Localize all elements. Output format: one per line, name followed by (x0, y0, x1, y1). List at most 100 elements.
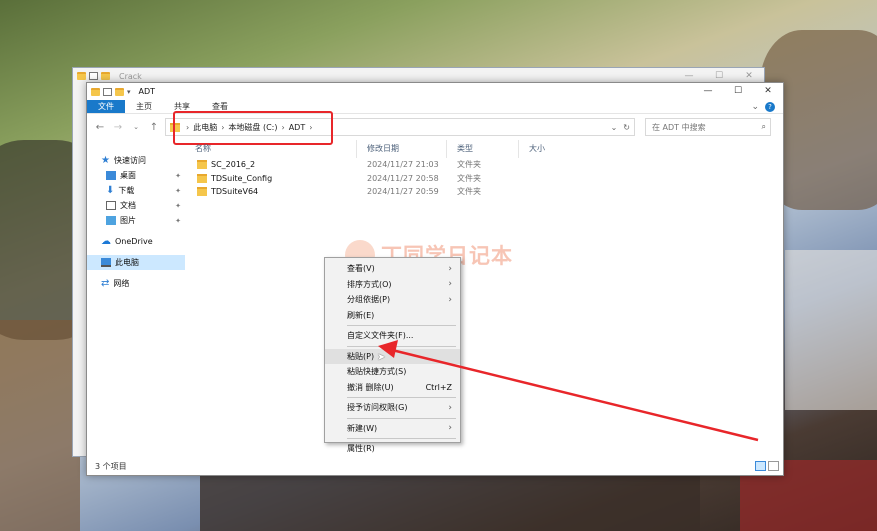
file-name: TDSuiteV64 (211, 187, 259, 197)
context-menu: 查看(V) › 排序方式(O) › 分组依据(P) › 刷新(E) 自定义文件夹(F)… (324, 257, 461, 453)
pin-icon: ✦ (175, 186, 181, 195)
search-placeholder: 在 ADT 中搜索 (652, 122, 706, 132)
minimize-button[interactable]: — (674, 71, 704, 81)
chevron-right-icon: › (448, 294, 452, 305)
new-folder-icon[interactable] (115, 87, 124, 96)
chevron-down-icon[interactable]: ▾ (127, 88, 131, 96)
menu-item-refresh[interactable]: 刷新(E) (325, 308, 460, 324)
file-row[interactable]: SC_2016_2 2024/11/27 21:03 文件夹 (185, 158, 783, 172)
sidebar-item-pictures[interactable]: 图片 ✦ (87, 213, 185, 228)
background-window-title: Crack (119, 71, 142, 81)
pin-icon: ✦ (175, 216, 181, 225)
navigation-pane[interactable]: ★ 快速访问 桌面 ✦ ⬇ 下载 ✦ 文档 ✦ 图片 ✦ ☁ OneDrive … (87, 140, 185, 457)
desktop-icon (106, 171, 116, 180)
menu-separator (347, 417, 456, 419)
chevron-right-icon: › (448, 279, 452, 290)
folder-icon (91, 87, 100, 96)
item-count: 3 个项目 (95, 461, 127, 471)
menu-separator (347, 438, 456, 439)
menu-item-view[interactable]: 查看(V) › (325, 261, 460, 277)
folder-icon (77, 72, 86, 80)
help-icon[interactable]: ? (765, 101, 775, 112)
sidebar-item-network[interactable]: ⇄ 网络 (87, 276, 185, 291)
chevron-right-icon: › (448, 423, 452, 434)
sidebar-item-quick-access[interactable]: ★ 快速访问 (87, 153, 185, 168)
sidebar-item-this-pc[interactable]: 此电脑 (87, 255, 185, 270)
details-view-icon[interactable] (755, 461, 766, 471)
forward-arrow-icon[interactable]: → (111, 122, 125, 133)
file-row[interactable]: TDSuiteV64 2024/11/27 20:59 文件夹 (185, 185, 783, 199)
navigation-bar: ← → ⌄ ↑ › 此电脑 › 本地磁盘 (C:) › ADT › ⌄ ↻ 在 … (87, 111, 783, 145)
pin-icon: ✦ (175, 171, 181, 180)
column-header-type[interactable]: 类型 (447, 140, 519, 158)
folder-icon (197, 173, 207, 183)
chevron-down-icon[interactable]: ⌄ (611, 123, 618, 132)
mouse-cursor-icon: ➤ (377, 351, 386, 363)
column-header-size[interactable]: 大小 (519, 140, 589, 158)
undo-shortcut: Ctrl+Z (425, 382, 452, 392)
network-icon: ⇄ (101, 278, 110, 289)
folder-icon (197, 160, 207, 170)
menu-item-group[interactable]: 分组依据(P) › (325, 292, 460, 308)
sidebar-item-onedrive[interactable]: ☁ OneDrive (87, 234, 185, 249)
sidebar-item-documents[interactable]: 文档 ✦ (87, 198, 185, 213)
menu-separator (347, 345, 456, 347)
menu-item-undo-delete[interactable]: 撤消 删除(U) Ctrl+Z (325, 380, 460, 396)
document-icon (106, 201, 116, 210)
back-arrow-icon[interactable]: ← (93, 122, 107, 133)
status-bar: 3 个项目 (87, 457, 783, 475)
file-type: 文件夹 (457, 160, 481, 170)
menu-item-properties[interactable]: 属性(R) (325, 441, 460, 457)
search-icon[interactable]: ⌕ (762, 122, 766, 132)
pictures-icon (106, 216, 116, 225)
close-button[interactable]: ✕ (753, 83, 783, 100)
up-arrow-icon[interactable]: ↑ (147, 122, 161, 133)
menu-item-sort[interactable]: 排序方式(O) › (325, 277, 460, 293)
maximize-button[interactable]: ☐ (723, 83, 753, 100)
file-date: 2024/11/27 20:58 (367, 173, 439, 183)
folder-icon (101, 72, 110, 80)
column-headers: 名称 修改日期 类型 大小 (185, 140, 783, 158)
menu-item-new[interactable]: 新建(W) › (325, 421, 460, 437)
chevron-right-icon: › (448, 263, 452, 274)
maximize-button[interactable]: ☐ (704, 71, 734, 81)
download-icon: ⬇ (106, 185, 115, 196)
file-date: 2024/11/27 21:03 (367, 160, 439, 170)
title-bar[interactable]: ▾ ADT — ☐ ✕ (87, 83, 783, 100)
chevron-right-icon: › (448, 402, 452, 413)
computer-icon (101, 258, 111, 267)
refresh-icon[interactable]: ↻ (623, 123, 630, 132)
file-name: TDSuite_Config (211, 173, 273, 183)
file-type: 文件夹 (457, 187, 481, 197)
menu-item-customize-folder[interactable]: 自定义文件夹(F)... (325, 328, 460, 344)
file-date: 2024/11/27 20:59 (367, 187, 439, 197)
pin-icon: ✦ (175, 201, 181, 210)
folder-icon (197, 187, 207, 197)
chevron-down-icon[interactable]: ⌄ (751, 102, 759, 112)
file-list[interactable]: 名称 修改日期 类型 大小 SC_2016_2 2024/11/27 21:03… (185, 140, 783, 457)
cloud-icon: ☁ (101, 236, 111, 247)
properties-icon (89, 72, 98, 80)
search-box[interactable]: 在 ADT 中搜索 ⌕ (645, 118, 771, 136)
file-type: 文件夹 (457, 173, 481, 183)
tab-file[interactable]: 文件 (87, 100, 125, 113)
sidebar-item-desktop[interactable]: 桌面 ✦ (87, 168, 185, 183)
recent-locations-chevron-icon[interactable]: ⌄ (129, 123, 143, 131)
column-header-name[interactable]: 名称 (185, 140, 357, 158)
close-button[interactable]: ✕ (734, 71, 764, 81)
sidebar-item-downloads[interactable]: ⬇ 下载 ✦ (87, 183, 185, 198)
star-icon: ★ (101, 155, 110, 166)
large-icons-view-icon[interactable] (768, 461, 779, 471)
menu-separator (347, 325, 456, 326)
tab-home[interactable]: 主页 (125, 100, 163, 113)
file-row[interactable]: TDSuite_Config 2024/11/27 20:58 文件夹 (185, 172, 783, 186)
menu-item-give-access[interactable]: 授予访问权限(G) › (325, 400, 460, 416)
menu-item-paste-shortcut[interactable]: 粘贴快捷方式(S) (325, 364, 460, 380)
minimize-button[interactable]: — (693, 83, 723, 100)
menu-separator (347, 397, 456, 398)
menu-item-paste[interactable]: 粘贴(P) ➤ (325, 348, 460, 364)
file-name: SC_2016_2 (211, 160, 256, 170)
column-header-date[interactable]: 修改日期 (357, 140, 447, 158)
window-title: ADT (138, 87, 156, 96)
properties-icon[interactable] (103, 87, 112, 96)
